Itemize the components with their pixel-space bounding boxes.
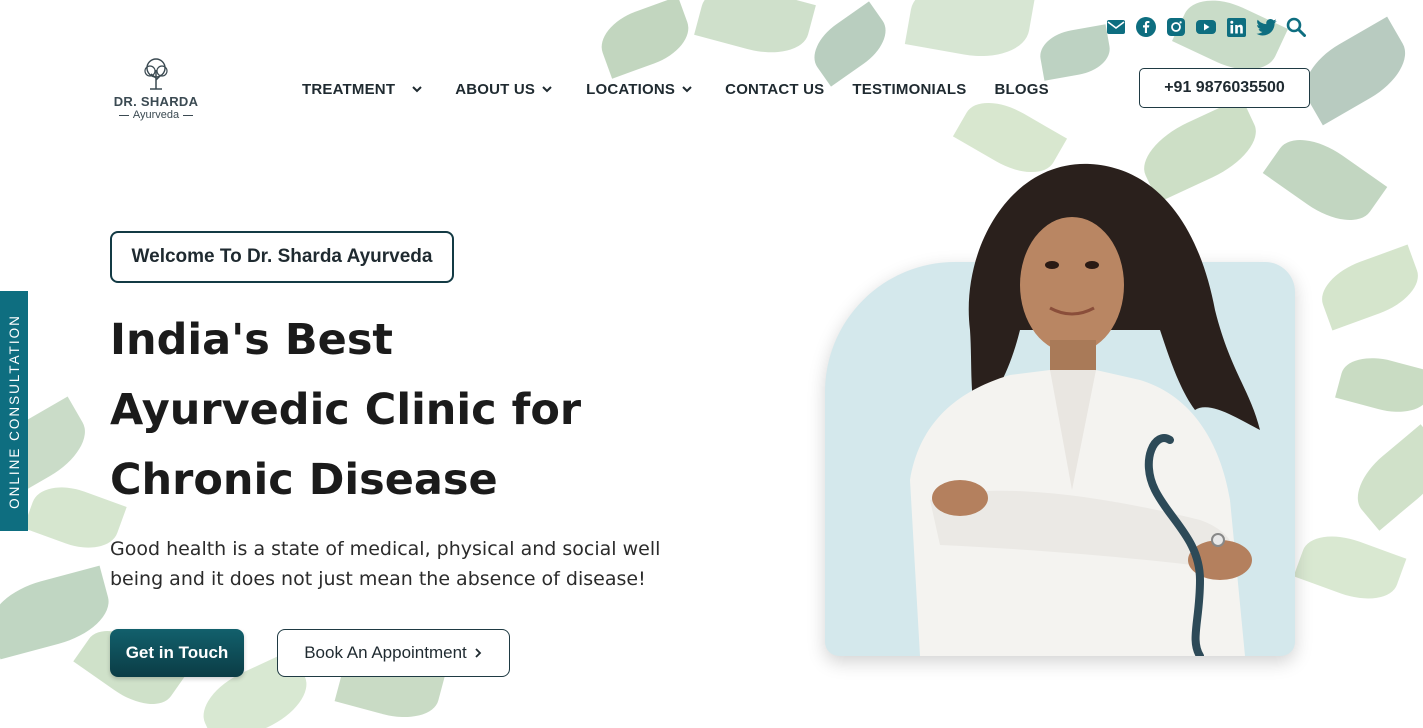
nav-label: TREATMENT: [302, 80, 396, 98]
online-consultation-tab[interactable]: ONLINE CONSULTATION: [0, 291, 28, 531]
phone-button[interactable]: +91 9876035500: [1139, 68, 1310, 108]
nav-label: LOCATIONS: [586, 80, 676, 98]
nav-item-blogs[interactable]: BLOGS: [994, 78, 1048, 100]
nav-item-about-us[interactable]: ABOUT US: [455, 78, 553, 100]
get-in-touch-button[interactable]: Get in Touch: [110, 629, 244, 677]
headline-line: Ayurvedic Clinic for: [110, 385, 582, 435]
facebook-icon[interactable]: [1135, 16, 1157, 38]
nav-label: ABOUT US: [455, 80, 536, 98]
youtube-icon[interactable]: [1195, 16, 1217, 38]
tree-logo-icon: [144, 58, 168, 90]
main-navigation: TREATMENT ABOUT US LOCATIONS CONTACT US …: [302, 78, 1049, 100]
linkedin-icon[interactable]: [1225, 16, 1247, 38]
nav-label: TESTIMONIALS: [852, 80, 967, 98]
nav-item-treatment[interactable]: TREATMENT: [302, 78, 423, 100]
hero-description: Good health is a state of medical, physi…: [110, 538, 661, 590]
nav-item-contact-us[interactable]: CONTACT US: [725, 78, 824, 100]
search-icon[interactable]: [1285, 16, 1307, 38]
chevron-down-icon: [542, 86, 552, 93]
chevron-right-icon: [475, 648, 482, 658]
doctor-portrait: [910, 163, 1260, 656]
mail-icon[interactable]: [1105, 16, 1127, 38]
twitter-icon[interactable]: [1255, 16, 1277, 38]
book-appointment-label: Book An Appointment: [304, 643, 467, 662]
chevron-down-icon: [412, 86, 422, 93]
nav-item-locations[interactable]: LOCATIONS: [586, 78, 693, 100]
headline-line: India's Best: [110, 315, 393, 365]
brand-name: DR. SHARDA: [113, 94, 199, 109]
hero-headline: India's Best Ayurvedic Clinic for Chroni…: [110, 305, 630, 515]
social-icons: [1105, 16, 1307, 38]
nav-item-testimonials[interactable]: TESTIMONIALS: [852, 78, 966, 100]
nav-label: BLOGS: [994, 80, 1049, 98]
book-appointment-button[interactable]: Book An Appointment: [277, 629, 510, 677]
chevron-down-icon: [682, 86, 692, 93]
brand-sub-label: Ayurveda: [132, 109, 180, 121]
welcome-badge: Welcome To Dr. Sharda Ayurveda: [110, 231, 454, 283]
divider: [118, 114, 129, 116]
nav-label: CONTACT US: [725, 80, 825, 98]
online-consultation-label: ONLINE CONSULTATION: [6, 313, 22, 509]
brand-subtitle: Ayurveda: [110, 109, 202, 121]
divider: [183, 114, 194, 116]
instagram-icon[interactable]: [1165, 16, 1187, 38]
brand-logo[interactable]: DR. SHARDA Ayurveda: [110, 56, 202, 121]
headline-line: Chronic Disease: [110, 455, 498, 505]
